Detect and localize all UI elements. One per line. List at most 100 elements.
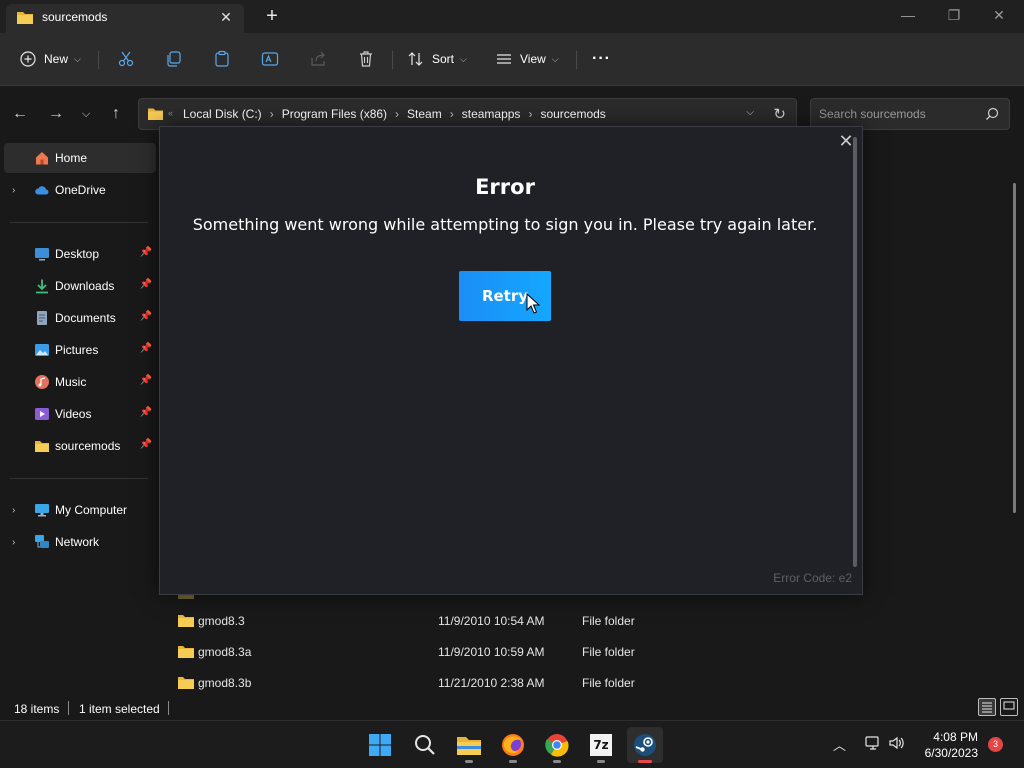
chevron-right-icon[interactable]: › <box>12 537 15 548</box>
chevron-right-icon[interactable]: › <box>528 107 532 121</box>
address-dropdown-chevron-icon[interactable]: ⌵ <box>746 107 754 118</box>
new-button[interactable]: New ⌵ <box>20 45 81 73</box>
sidebar-item-label: Videos <box>55 407 92 421</box>
search-icon[interactable] <box>407 727 443 763</box>
more-options-button[interactable]: ··· <box>592 45 611 73</box>
notification-badge[interactable]: 3 <box>988 737 1003 752</box>
clock[interactable]: 4:08 PM 6/30/2023 <box>906 729 978 761</box>
tab-title: sourcemods <box>42 10 108 24</box>
steam-icon[interactable] <box>627 727 663 763</box>
sidebar-item-network[interactable]: › Network <box>4 527 156 557</box>
breadcrumb-item[interactable]: Steam <box>407 107 442 121</box>
sort-icon <box>408 52 423 66</box>
back-arrow-icon[interactable]: ← <box>8 104 32 124</box>
sidebar-item-label: Pictures <box>55 343 99 357</box>
volume-icon[interactable] <box>888 735 906 754</box>
share-button[interactable] <box>309 45 327 73</box>
chrome-icon[interactable] <box>539 727 575 763</box>
breadcrumb-item[interactable]: Local Disk (C:) <box>183 107 262 121</box>
new-tab-button[interactable]: + <box>258 2 286 30</box>
sidebar-item-label: Downloads <box>55 279 115 293</box>
7zip-icon[interactable]: 7z <box>583 727 619 763</box>
sort-button[interactable]: Sort ⌵ <box>408 45 467 73</box>
close-tab-icon[interactable]: ✕ <box>214 6 238 28</box>
pin-icon[interactable]: 📌 <box>140 279 152 290</box>
sidebar-item-label: Music <box>55 375 87 389</box>
chevron-right-icon[interactable]: › <box>270 107 274 121</box>
pin-icon[interactable]: 📌 <box>140 407 152 418</box>
copy-button[interactable] <box>165 45 183 73</box>
pin-icon[interactable]: 📌 <box>140 439 152 450</box>
pin-icon[interactable]: 📌 <box>140 375 152 386</box>
file-explorer-icon[interactable] <box>451 727 487 763</box>
navigation-pane: Home › OneDrive Desktop 📌 Downloads 📌 Do… <box>0 143 158 696</box>
dialog-scrollbar[interactable] <box>853 137 857 567</box>
search-icon[interactable] <box>985 107 999 121</box>
refresh-icon[interactable]: ↻ <box>773 105 786 123</box>
forward-arrow-icon[interactable]: → <box>44 104 68 124</box>
share-icon <box>311 51 325 66</box>
sidebar-item-pictures[interactable]: Pictures 📌 <box>4 335 156 365</box>
pin-icon[interactable]: 📌 <box>140 311 152 322</box>
breadcrumb-item[interactable]: steamapps <box>462 107 521 121</box>
home-icon <box>36 152 48 165</box>
chevron-down-icon: ⌵ <box>74 53 81 64</box>
details-view-icon[interactable] <box>978 698 996 716</box>
tab-sourcemods[interactable]: sourcemods ✕ <box>6 4 244 33</box>
taskbar: 7z ︿ 4:08 PM 6/30/2023 3 <box>0 720 1024 768</box>
document-icon <box>37 311 47 325</box>
maximize-button[interactable]: ❐ <box>931 0 977 30</box>
scissors-icon <box>118 51 134 67</box>
close-window-button[interactable]: ✕ <box>976 0 1022 30</box>
7zip-label: 7z <box>590 734 612 756</box>
minimize-button[interactable]: — <box>885 0 931 30</box>
pin-icon[interactable]: 📌 <box>140 343 152 354</box>
view-button[interactable]: View ⌵ <box>496 45 559 73</box>
up-arrow-icon[interactable]: ↑ <box>104 104 128 124</box>
file-list-scrollbar[interactable] <box>1013 183 1016 513</box>
firefox-icon[interactable] <box>495 727 531 763</box>
cut-button[interactable] <box>117 45 135 73</box>
windows-start-icon[interactable] <box>362 727 398 763</box>
chevron-right-icon[interactable]: › <box>395 107 399 121</box>
sidebar-item-documents[interactable]: Documents 📌 <box>4 303 156 333</box>
recent-locations-chevron-icon[interactable]: ⌵ <box>74 104 98 124</box>
breadcrumb-overflow-icon[interactable]: « <box>168 108 173 118</box>
chevron-right-icon[interactable]: › <box>12 185 15 196</box>
table-row[interactable]: gmod8.3b 11/21/2010 2:38 AM File folder <box>178 669 678 697</box>
sidebar-item-sourcemods[interactable]: sourcemods 📌 <box>4 431 156 461</box>
sidebar-item-desktop[interactable]: Desktop 📌 <box>4 239 156 269</box>
computer-icon <box>35 504 49 517</box>
sidebar-item-downloads[interactable]: Downloads 📌 <box>4 271 156 301</box>
rename-icon <box>261 52 279 66</box>
sidebar-item-my-computer[interactable]: › My Computer <box>4 495 156 525</box>
sidebar-item-videos[interactable]: Videos 📌 <box>4 399 156 429</box>
video-icon <box>35 408 49 420</box>
sidebar-item-label: Network <box>55 535 100 549</box>
clipboard-icon <box>215 50 229 67</box>
table-row[interactable]: gmod8.3 11/9/2010 10:54 AM File folder <box>178 607 678 635</box>
chevron-right-icon[interactable]: › <box>12 505 15 516</box>
table-row[interactable]: gmod8.3a 11/9/2010 10:59 AM File folder <box>178 638 678 666</box>
new-label: New <box>44 52 69 66</box>
paste-button[interactable] <box>213 45 231 73</box>
delete-button[interactable] <box>357 45 375 73</box>
breadcrumb-item[interactable]: sourcemods <box>540 107 605 121</box>
network-status-icon[interactable] <box>864 735 882 754</box>
view-label: View <box>520 52 546 66</box>
pictures-icon <box>35 344 49 356</box>
sidebar-item-onedrive[interactable]: › OneDrive <box>4 175 156 205</box>
sidebar-item-music[interactable]: Music 📌 <box>4 367 156 397</box>
view-list-icon <box>497 54 511 64</box>
large-icons-view-icon[interactable] <box>1000 698 1018 716</box>
show-hidden-icons-chevron-icon[interactable]: ︿ <box>833 735 846 754</box>
chevron-right-icon[interactable]: › <box>450 107 454 121</box>
pin-icon[interactable]: 📌 <box>140 247 152 258</box>
rename-button[interactable] <box>261 45 279 73</box>
download-icon <box>36 279 48 294</box>
sidebar-item-home[interactable]: Home <box>4 143 156 173</box>
search-input[interactable] <box>819 107 979 121</box>
file-date: 11/21/2010 2:38 AM <box>438 676 545 690</box>
chevron-down-icon: ⌵ <box>460 53 467 64</box>
breadcrumb-item[interactable]: Program Files (x86) <box>282 107 387 121</box>
